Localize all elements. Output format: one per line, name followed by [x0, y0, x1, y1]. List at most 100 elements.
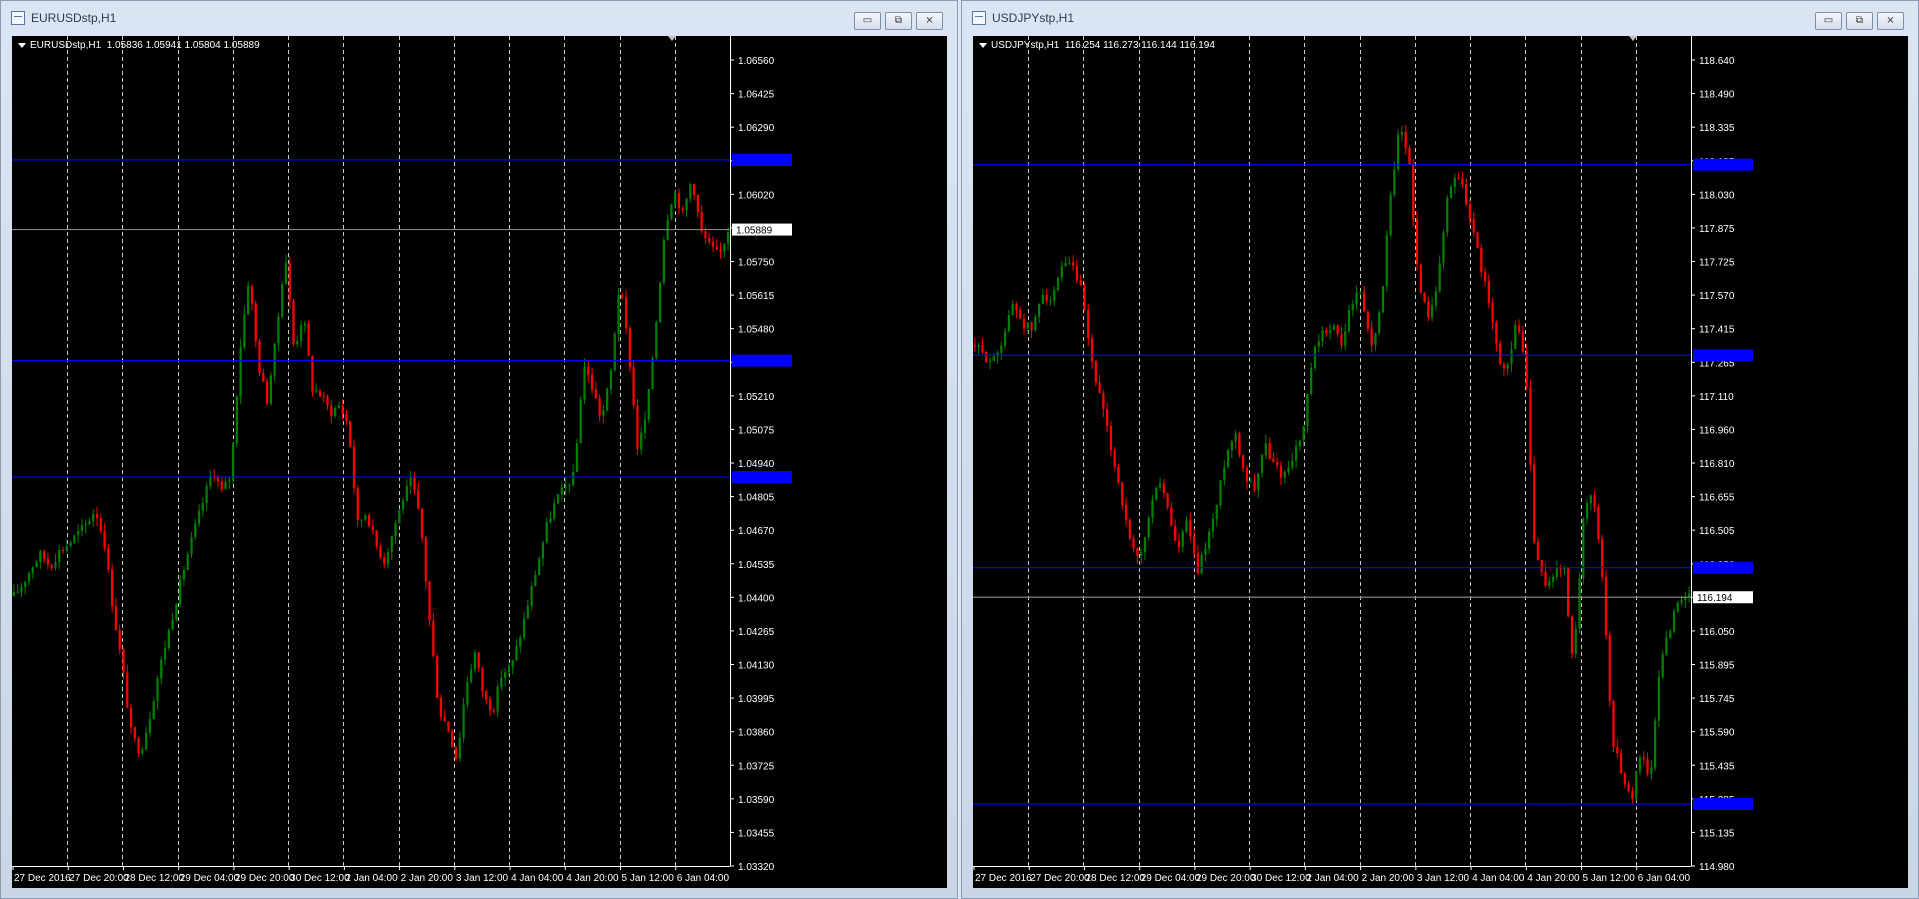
chart-ohlc: 1.05836 1.05941 1.05804 1.05889 — [106, 40, 260, 51]
candle-body — [239, 347, 242, 397]
candle-body — [398, 509, 401, 524]
candle-body — [1083, 285, 1086, 311]
candle-body — [1555, 567, 1558, 578]
candle-body — [1211, 518, 1215, 532]
candle-body — [1087, 310, 1090, 339]
candle-body — [1325, 330, 1328, 333]
candle-body — [417, 490, 420, 509]
candle-body — [1495, 322, 1498, 344]
candle-body — [126, 672, 129, 708]
candle-body — [330, 405, 333, 416]
usdjpy-chart-window[interactable]: USDJPYstp,H1 ▭ ⧉ ⨯ 27 Dec 2016 27 Dec 20:… — [961, 0, 1919, 899]
candle-body — [95, 514, 99, 519]
candle-body — [152, 701, 155, 720]
candle-body — [1536, 541, 1540, 561]
candle-body — [1661, 654, 1664, 677]
time-axis-label: 4 Jan 04:00 — [511, 873, 564, 884]
price-axis-label: 1.04940 — [738, 459, 775, 470]
candle-body — [1408, 147, 1411, 164]
eurusd-chart-window[interactable]: EURUSDstp,H1 ▭ ⧉ ⨯ 27 Dec 2016 27 Dec 20:… — [0, 0, 958, 899]
close-button[interactable]: ⨯ — [1877, 12, 1904, 30]
candlestick-chart[interactable]: 27 Dec 201627 Dec 20:0028 Dec 12:0029 De… — [12, 36, 947, 888]
candle-body — [179, 579, 182, 605]
price-axis-label: 1.04535 — [738, 560, 775, 571]
candle-body — [1480, 247, 1483, 273]
candle-body — [1487, 281, 1490, 303]
price-axis-label: 1.05210 — [738, 392, 775, 403]
candle-body — [1502, 363, 1506, 369]
candle-body — [1022, 318, 1026, 329]
candle-body — [307, 323, 310, 356]
candlestick-chart[interactable]: 27 Dec 201627 Dec 20:0028 Dec 12:0029 De… — [973, 36, 1908, 888]
candle-body — [677, 192, 681, 209]
candle-body — [1427, 301, 1430, 318]
window-titlebar[interactable]: USDJPYstp,H1 ▭ ⧉ ⨯ — [962, 1, 1918, 35]
candle-body — [186, 554, 189, 571]
time-axis-label: 5 Jan 12:00 — [622, 873, 675, 884]
shift-marker-icon — [1629, 36, 1637, 41]
price-axis-label: 116.960 — [1699, 425, 1735, 436]
chart-canvas[interactable]: 27 Dec 2016 27 Dec 20:00 28 Dec 12:00 29 De… — [12, 36, 947, 888]
candle-body — [197, 510, 201, 524]
candle-body — [367, 515, 371, 527]
close-button[interactable]: ⨯ — [916, 12, 943, 30]
time-axis-label: 4 Jan 20:00 — [1527, 873, 1580, 884]
candle-body — [1400, 132, 1404, 135]
candle-body — [1468, 204, 1472, 220]
restore-button[interactable]: ⧉ — [885, 12, 912, 30]
candle-body — [1593, 495, 1596, 507]
time-axis-label: 29 Dec 20:00 — [1196, 873, 1256, 884]
candle-body — [364, 515, 367, 520]
candle-body — [1291, 460, 1294, 468]
price-axis-label: 118.030 — [1699, 190, 1735, 201]
chart-canvas[interactable]: 27 Dec 2016 27 Dec 20:00 28 Dec 12:00 29 De… — [973, 36, 1908, 888]
dropdown-triangle-icon[interactable] — [979, 42, 987, 48]
price-axis-label: 1.05615 — [738, 291, 775, 302]
candle-body — [1619, 753, 1623, 774]
candle-body — [409, 477, 412, 486]
candle-body — [1215, 505, 1218, 519]
price-axis-label: 117.110 — [1699, 392, 1734, 403]
dropdown-triangle-icon[interactable] — [18, 42, 26, 48]
candle-body — [1638, 757, 1642, 772]
price-axis-label: 1.03590 — [738, 795, 775, 806]
candle-body — [1147, 517, 1150, 538]
candle-body — [269, 375, 272, 404]
candle-body — [1381, 286, 1385, 313]
candle-body — [1616, 747, 1619, 754]
candle-body — [545, 522, 548, 543]
candle-body — [1075, 265, 1079, 281]
candle-body — [31, 567, 34, 573]
candle-body — [488, 699, 492, 711]
candle-body — [1601, 539, 1604, 577]
candle-body — [160, 659, 163, 679]
minimize-button[interactable]: ▭ — [854, 12, 881, 30]
candle-body — [447, 721, 450, 732]
minimize-button[interactable]: ▭ — [1815, 12, 1842, 30]
restore-button[interactable]: ⧉ — [1846, 12, 1873, 30]
candle-body — [1453, 177, 1456, 188]
candle-body — [349, 420, 352, 447]
candle-body — [182, 570, 186, 580]
candle-body — [1646, 759, 1649, 775]
candle-body — [1192, 535, 1196, 554]
candle-body — [1355, 292, 1358, 305]
candle-body — [1109, 426, 1113, 450]
candle-body — [76, 530, 80, 536]
candle-body — [602, 410, 605, 416]
candle-body — [1434, 291, 1438, 306]
current-price-label: 116.194 — [1697, 593, 1733, 604]
candle-body — [1140, 552, 1143, 556]
candle-body — [1506, 364, 1509, 369]
candle-body — [1374, 333, 1377, 346]
candle-body — [231, 443, 235, 480]
candle-body — [247, 286, 250, 315]
candle-body — [538, 558, 541, 576]
candle-body — [1317, 341, 1320, 347]
candle-body — [1393, 169, 1396, 195]
candle-body — [473, 652, 477, 670]
candle-body — [477, 652, 480, 669]
candle-body — [1631, 791, 1634, 799]
window-titlebar[interactable]: EURUSDstp,H1 ▭ ⧉ ⨯ — [1, 1, 957, 35]
candle-body — [1151, 499, 1154, 518]
